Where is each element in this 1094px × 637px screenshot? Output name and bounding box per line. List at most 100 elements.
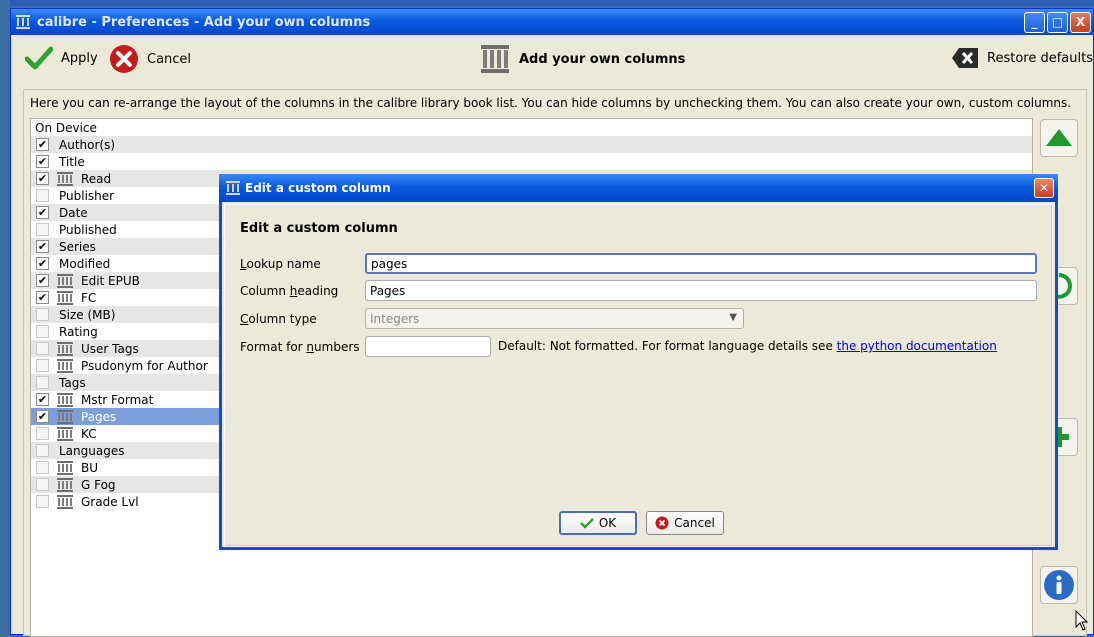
column-list-item-label: FC bbox=[81, 290, 97, 305]
ok-button[interactable]: OK bbox=[559, 511, 637, 535]
column-visible-checkbox[interactable] bbox=[36, 342, 49, 355]
dialog-cancel-button[interactable]: Cancel bbox=[646, 511, 724, 535]
apply-label: Apply bbox=[61, 50, 98, 66]
column-list-item-label: Read bbox=[81, 171, 112, 186]
column-list-item-label: KC bbox=[81, 426, 97, 441]
column-visible-checkbox[interactable] bbox=[36, 444, 49, 457]
column-visible-checkbox[interactable] bbox=[36, 461, 49, 474]
restore-defaults-label: Restore defaults bbox=[987, 50, 1093, 66]
cancel-icon bbox=[655, 516, 669, 530]
close-button[interactable]: X bbox=[1070, 11, 1091, 33]
edit-custom-column-dialog: Edit a custom column ✕ Edit a custom col… bbox=[219, 174, 1058, 550]
close-icon: ✕ bbox=[1038, 181, 1050, 195]
column-type-label: Column type bbox=[240, 312, 317, 326]
window-title: calibre - Preferences - Add your own col… bbox=[37, 14, 371, 30]
minimize-button[interactable]: _ bbox=[1024, 11, 1045, 33]
column-list-item[interactable]: ✔ Author(s) bbox=[31, 136, 1032, 153]
column-visible-checkbox[interactable]: ✔ bbox=[36, 206, 49, 219]
custom-column-icon bbox=[57, 460, 73, 475]
dialog-heading: Edit a custom column bbox=[240, 221, 398, 236]
custom-column-icon bbox=[57, 358, 73, 373]
taskbar-strip bbox=[0, 0, 1094, 6]
format-hint-text: Default: Not formatted. For format langu… bbox=[498, 339, 837, 353]
column-visible-checkbox[interactable] bbox=[36, 223, 49, 236]
column-list-item-label: Psudonym for Author bbox=[81, 358, 208, 373]
lookup-name-label-text: ookup name bbox=[246, 257, 321, 271]
page-heading: Add your own columns bbox=[479, 43, 685, 75]
dialog-body: Edit a custom column Lookup name pages C… bbox=[222, 202, 1055, 547]
checkmark-icon bbox=[579, 518, 594, 529]
column-list-item-label: Modified bbox=[59, 256, 111, 271]
column-list-item-label: User Tags bbox=[81, 341, 139, 356]
format-hint: Default: Not formatted. For format langu… bbox=[498, 339, 997, 353]
custom-column-icon bbox=[57, 273, 73, 288]
format-numbers-label-mnemonic: n bbox=[306, 340, 315, 354]
column-list-item-label: Publisher bbox=[59, 188, 115, 203]
column-visible-checkbox[interactable]: ✔ bbox=[36, 240, 49, 253]
cancel-icon bbox=[110, 45, 138, 73]
dialog-close-button[interactable]: ✕ bbox=[1034, 178, 1054, 198]
custom-column-icon bbox=[57, 341, 73, 356]
column-visible-checkbox[interactable]: ✔ bbox=[36, 138, 49, 151]
toolbar: Apply Cancel Add your own columns Restor… bbox=[11, 35, 1093, 85]
column-visible-checkbox[interactable]: ✔ bbox=[36, 257, 49, 270]
cancel-label: Cancel bbox=[147, 51, 192, 67]
restore-defaults-button[interactable]: Restore defaults bbox=[951, 47, 1093, 69]
custom-column-icon bbox=[57, 290, 73, 305]
column-visible-checkbox[interactable] bbox=[36, 189, 49, 202]
column-list-item[interactable]: On Device bbox=[31, 119, 1032, 136]
column-visible-checkbox[interactable]: ✔ bbox=[36, 410, 49, 423]
column-visible-checkbox[interactable] bbox=[36, 376, 49, 389]
info-button[interactable] bbox=[1040, 566, 1078, 604]
column-list-item-label: Published bbox=[59, 222, 117, 237]
minimize-icon: _ bbox=[1031, 15, 1038, 29]
python-documentation-link[interactable]: the python documentation bbox=[837, 339, 997, 353]
move-up-button[interactable] bbox=[1040, 119, 1078, 157]
column-visible-checkbox[interactable] bbox=[36, 308, 49, 321]
custom-column-icon bbox=[57, 426, 73, 441]
column-visible-checkbox[interactable]: ✔ bbox=[36, 393, 49, 406]
column-list-item-label: Tags bbox=[59, 375, 86, 390]
dialog-frame: Edit a custom column Lookup name pages C… bbox=[224, 204, 1053, 547]
lookup-name-label: Lookup name bbox=[240, 257, 321, 271]
maximize-icon: □ bbox=[1051, 15, 1064, 29]
column-list-item-label: Grade Lvl bbox=[81, 494, 139, 509]
checkmark-icon bbox=[25, 46, 53, 70]
apply-button[interactable]: Apply bbox=[25, 45, 98, 71]
column-list-item-label: Date bbox=[59, 205, 88, 220]
column-list-item-label: BU bbox=[81, 460, 99, 475]
column-visible-checkbox[interactable] bbox=[36, 325, 49, 338]
column-heading-label-pre: Column bbox=[240, 284, 290, 298]
column-heading-input[interactable]: Pages bbox=[365, 280, 1037, 301]
maximize-button[interactable]: □ bbox=[1047, 11, 1068, 33]
column-list-item-label: Title bbox=[59, 154, 85, 169]
chevron-down-icon: ▼ bbox=[729, 312, 737, 323]
cancel-button[interactable]: Cancel bbox=[109, 44, 191, 74]
backspace-icon bbox=[952, 48, 978, 68]
column-list-item[interactable]: ✔ Title bbox=[31, 153, 1032, 170]
dialog-titlebar: Edit a custom column ✕ bbox=[219, 174, 1058, 202]
custom-column-icon bbox=[57, 477, 73, 492]
custom-column-icon bbox=[57, 494, 73, 509]
format-numbers-input[interactable] bbox=[365, 336, 491, 357]
lookup-name-input[interactable]: pages bbox=[365, 253, 1037, 274]
column-icon bbox=[481, 45, 509, 73]
column-visible-checkbox[interactable]: ✔ bbox=[36, 291, 49, 304]
column-visible-checkbox[interactable] bbox=[36, 359, 49, 372]
column-visible-checkbox[interactable] bbox=[36, 495, 49, 508]
format-numbers-label: Format for numbers bbox=[240, 340, 360, 354]
column-visible-checkbox[interactable] bbox=[36, 478, 49, 491]
column-visible-checkbox[interactable]: ✔ bbox=[36, 155, 49, 168]
format-numbers-label-post: umbers bbox=[314, 340, 360, 354]
arrow-up-icon bbox=[1046, 129, 1072, 146]
column-type-select[interactable]: Integers ▼ bbox=[365, 308, 744, 329]
column-visible-checkbox[interactable]: ✔ bbox=[36, 274, 49, 287]
column-visible-checkbox[interactable]: ✔ bbox=[36, 172, 49, 185]
column-heading-label-post: eading bbox=[297, 284, 339, 298]
info-icon bbox=[1044, 570, 1074, 600]
custom-column-icon bbox=[57, 392, 73, 407]
column-type-label-text: olumn type bbox=[248, 312, 317, 326]
column-visible-checkbox[interactable] bbox=[36, 427, 49, 440]
column-type-value: Integers bbox=[370, 311, 420, 326]
column-heading-label: Column heading bbox=[240, 284, 338, 298]
